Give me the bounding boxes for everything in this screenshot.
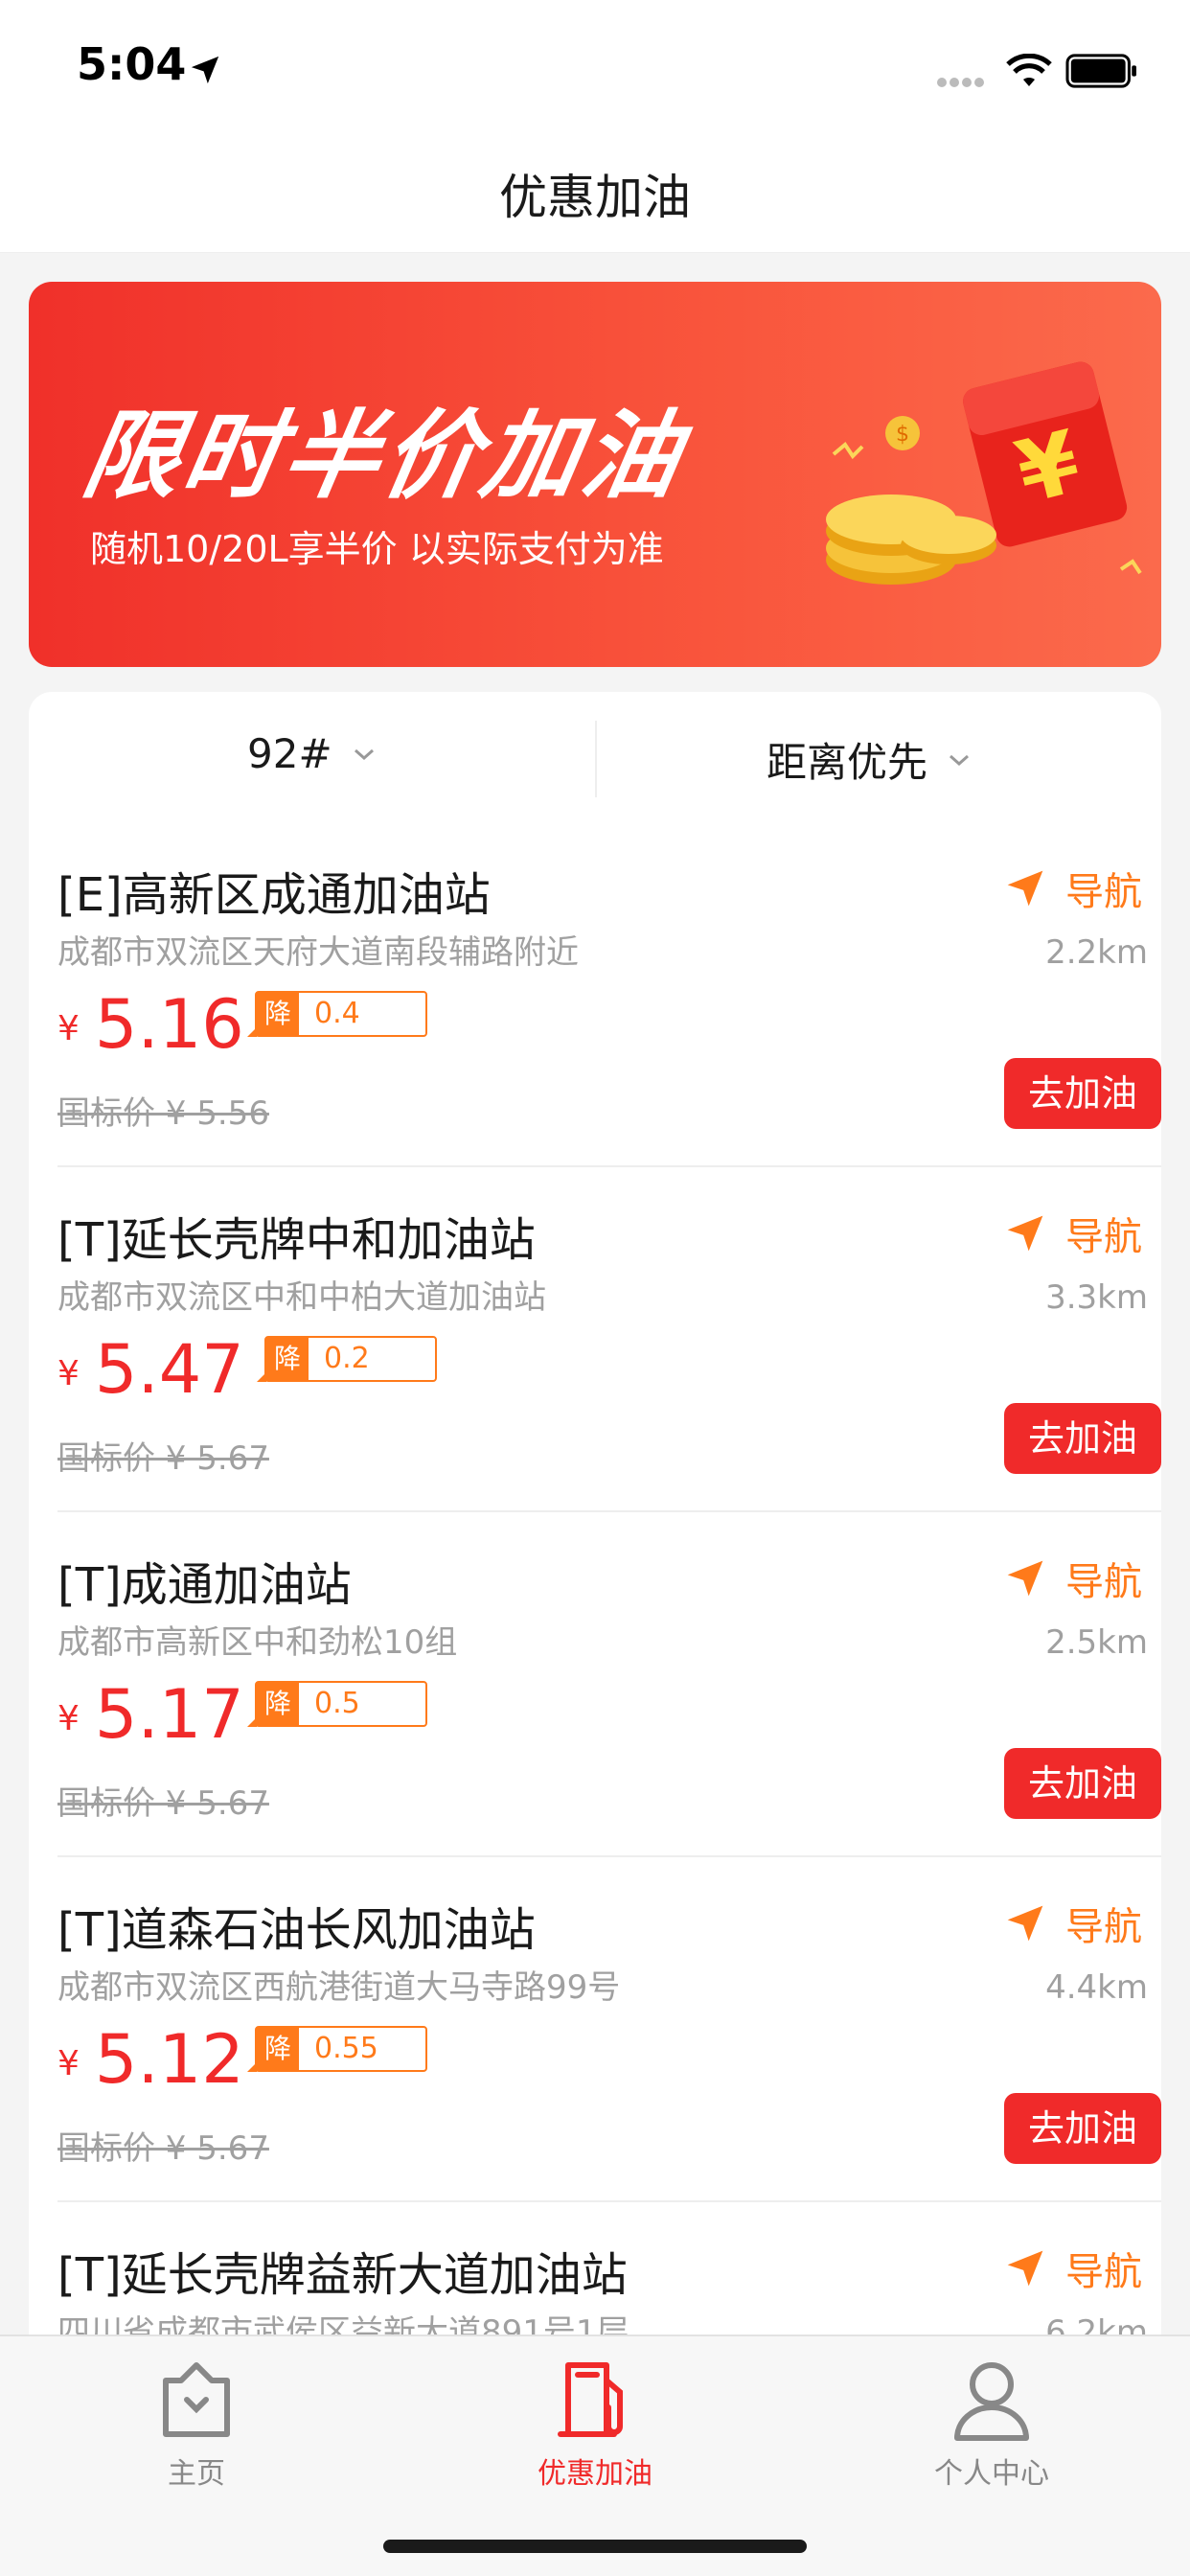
status-bar: 5:04 — [0, 0, 1190, 126]
navigation-arrow-icon — [1007, 1905, 1043, 1942]
fuel-pump-icon — [558, 2362, 623, 2437]
sort-dropdown[interactable]: 距离优先 — [767, 730, 970, 789]
chevron-down-icon — [950, 754, 970, 766]
station-list-card: 92# 距离优先 [E]高新区成通加油站 成都市双流区天府大道南段辅路附近 导航… — [29, 692, 1161, 2576]
refuel-button[interactable]: 去加油 — [1004, 2093, 1161, 2164]
station-item[interactable]: [T]延长壳牌中和加油站 成都市双流区中和中柏大道加油站 导航 3.3km ¥ … — [57, 1167, 1161, 1512]
wifi-icon — [1006, 54, 1052, 86]
station-item[interactable]: [T]成通加油站 成都市高新区中和劲松10组 导航 2.5km ¥ 5.17 降… — [57, 1512, 1161, 1857]
banner-title: 限时半价加油 — [75, 400, 693, 512]
currency-symbol: ¥ — [57, 1354, 80, 1393]
station-name: [T]道森石油长风加油站 — [57, 1903, 536, 1957]
currency-symbol: ¥ — [57, 2044, 80, 2083]
tab-profile[interactable]: 个人中心 — [896, 2354, 1087, 2492]
price-row: ¥ 5.17 — [57, 1681, 244, 1748]
discount-price: 5.47 — [94, 1330, 244, 1409]
promo-banner[interactable]: 限时半价加油 随机10/20L享半价 以实际支付为准 ¥ $ — [29, 282, 1161, 667]
discount-price: 5.17 — [94, 1675, 244, 1754]
fuel-type-dropdown[interactable]: 92# — [247, 730, 375, 777]
status-time: 5:04 — [77, 38, 187, 90]
price-row: ¥ 5.47 — [57, 1336, 244, 1403]
battery-icon — [1065, 54, 1136, 88]
page-title: 优惠加油 — [499, 170, 691, 225]
tab-label: 主页 — [168, 2457, 225, 2491]
refuel-button[interactable]: 去加油 — [1004, 1748, 1161, 1819]
discount-tag: 降 — [247, 993, 299, 1037]
navigate-label: 导航 — [1065, 870, 1142, 914]
station-name: [T]延长壳牌中和加油站 — [57, 1213, 536, 1267]
navigation-arrow-icon — [1007, 1560, 1043, 1597]
discount-tag: 降 — [247, 1683, 299, 1727]
navigate-button[interactable]: 导航 — [1004, 1551, 1142, 1606]
station-distance: 2.2km — [1045, 933, 1148, 972]
station-address: 成都市双流区天府大道南段辅路附近 — [57, 933, 579, 972]
discount-tag: 降 — [257, 1338, 309, 1382]
nav-bar: 优惠加油 — [0, 126, 1190, 253]
location-arrow-icon — [191, 56, 219, 84]
station-address: 成都市双流区中和中柏大道加油站 — [57, 1278, 546, 1317]
navigation-arrow-icon — [1007, 1215, 1043, 1252]
navigate-label: 导航 — [1065, 1905, 1142, 1949]
station-name: [E]高新区成通加油站 — [57, 868, 491, 922]
navigate-label: 导航 — [1065, 1215, 1142, 1259]
filter-divider — [595, 721, 597, 797]
discount-price: 5.16 — [94, 985, 244, 1064]
discount-badge: 降 0.4 — [247, 991, 427, 1037]
currency-symbol: ¥ — [57, 1009, 80, 1048]
navigate-label: 导航 — [1065, 1560, 1142, 1604]
home-bag-icon — [163, 2362, 230, 2437]
discount-amount: 0.5 — [314, 1687, 360, 1720]
standard-price: 国标价 ¥ 5.67 — [57, 2129, 269, 2168]
red-envelope-coins-icon: ¥ $ — [826, 361, 1142, 585]
home-indicator — [383, 2540, 807, 2553]
chevron-down-icon — [354, 748, 374, 760]
station-distance: 3.3km — [1045, 1278, 1148, 1317]
svg-text:$: $ — [896, 423, 909, 447]
standard-price: 国标价 ¥ 5.56 — [57, 1094, 269, 1133]
refuel-button[interactable]: 去加油 — [1004, 1058, 1161, 1129]
tab-label: 个人中心 — [934, 2457, 1049, 2491]
station-distance: 2.5km — [1045, 1623, 1148, 1662]
sort-label: 距离优先 — [767, 739, 928, 786]
discount-amount: 0.4 — [314, 997, 360, 1030]
discount-badge: 降 0.55 — [247, 2026, 427, 2072]
tab-fuel-discount[interactable]: 优惠加油 — [499, 2354, 691, 2492]
tab-home[interactable]: 主页 — [101, 2354, 292, 2492]
navigate-button[interactable]: 导航 — [1004, 1206, 1142, 1261]
station-name: [T]延长壳牌益新大道加油站 — [57, 2248, 628, 2302]
filter-bar: 92# 距离优先 — [29, 692, 1161, 822]
navigation-arrow-icon — [1007, 2250, 1043, 2287]
station-address: 成都市双流区西航港街道大马寺路99号 — [57, 1968, 621, 2007]
discount-price: 5.12 — [94, 2020, 244, 2099]
price-row: ¥ 5.12 — [57, 2026, 244, 2093]
navigation-arrow-icon — [1007, 870, 1043, 907]
navigate-button[interactable]: 导航 — [1004, 1896, 1142, 1951]
standard-price: 国标价 ¥ 5.67 — [57, 1784, 269, 1823]
station-address: 成都市高新区中和劲松10组 — [57, 1623, 458, 1662]
fuel-type-label: 92# — [247, 730, 332, 777]
station-item[interactable]: [T]道森石油长风加油站 成都市双流区西航港街道大马寺路99号 导航 4.4km… — [57, 1857, 1161, 2202]
banner-subtitle: 随机10/20L享半价 以实际支付为准 — [90, 528, 664, 570]
tab-label: 优惠加油 — [538, 2457, 652, 2491]
station-distance: 4.4km — [1045, 1968, 1148, 2007]
station-name: [T]成通加油站 — [57, 1558, 352, 1612]
navigate-button[interactable]: 导航 — [1004, 2241, 1142, 2296]
discount-amount: 0.2 — [324, 1342, 370, 1375]
refuel-button[interactable]: 去加油 — [1004, 1403, 1161, 1474]
discount-badge: 降 0.5 — [247, 1681, 427, 1727]
signal-icon — [937, 73, 987, 91]
discount-tag: 降 — [247, 2028, 299, 2072]
currency-symbol: ¥ — [57, 1699, 80, 1738]
station-item[interactable]: [E]高新区成通加油站 成都市双流区天府大道南段辅路附近 导航 2.2km ¥ … — [57, 822, 1161, 1167]
discount-amount: 0.55 — [314, 2032, 378, 2065]
navigate-label: 导航 — [1065, 2250, 1142, 2294]
discount-badge: 降 0.2 — [257, 1336, 437, 1382]
user-icon — [954, 2362, 1029, 2441]
standard-price: 国标价 ¥ 5.67 — [57, 1439, 269, 1478]
price-row: ¥ 5.16 — [57, 991, 244, 1058]
navigate-button[interactable]: 导航 — [1004, 861, 1142, 916]
